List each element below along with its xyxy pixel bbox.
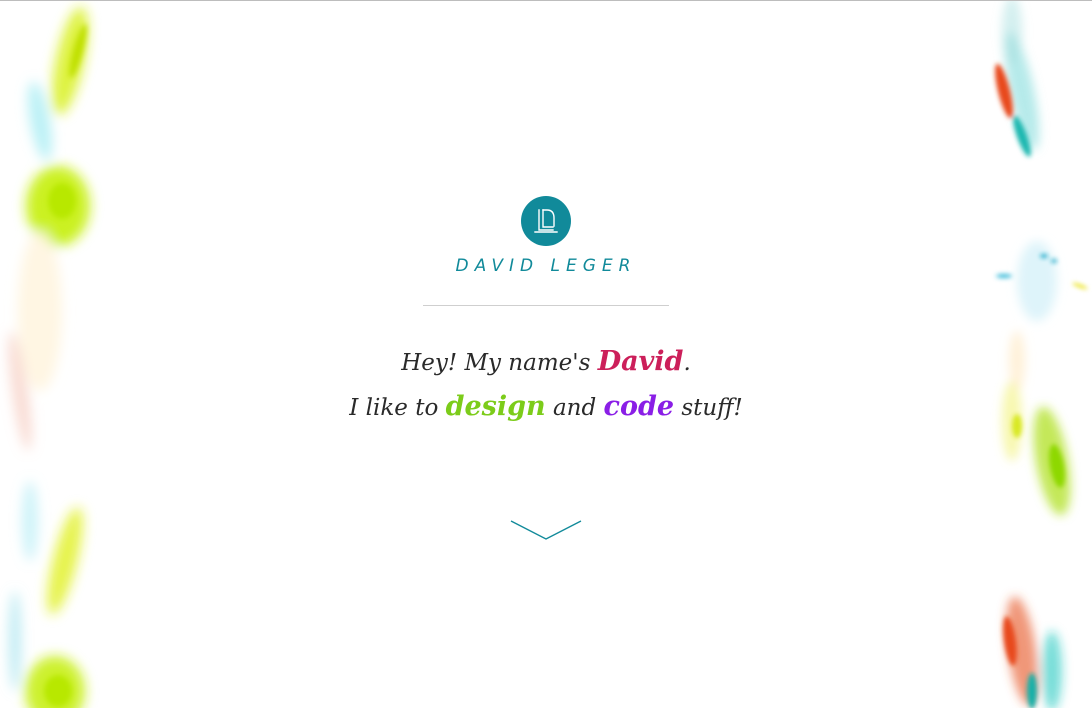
intro-text-part: I like to xyxy=(349,395,446,421)
site-title[interactable]: DAVID LEGER xyxy=(396,255,696,277)
intro-line-2: I like to design and code stuff! xyxy=(296,385,796,430)
intro-text-part: stuff! xyxy=(674,395,743,421)
highlight-design: design xyxy=(445,391,546,422)
top-border xyxy=(0,0,1092,1)
dl-monogram-icon[interactable] xyxy=(521,196,571,246)
intro-text-part: and xyxy=(545,395,604,421)
intro-text-part: Hey! My name's xyxy=(401,350,598,376)
highlight-name: David xyxy=(597,346,684,377)
divider xyxy=(423,305,669,306)
intro-text-part: . xyxy=(683,350,691,376)
decorative-splash-right xyxy=(982,1,1092,708)
chevron-down-icon[interactable] xyxy=(510,518,582,542)
intro-text: Hey! My name's David. I like to design a… xyxy=(296,340,796,430)
decorative-splash-left xyxy=(0,1,110,708)
intro-line-1: Hey! My name's David. xyxy=(296,340,796,385)
highlight-code: code xyxy=(603,391,675,422)
